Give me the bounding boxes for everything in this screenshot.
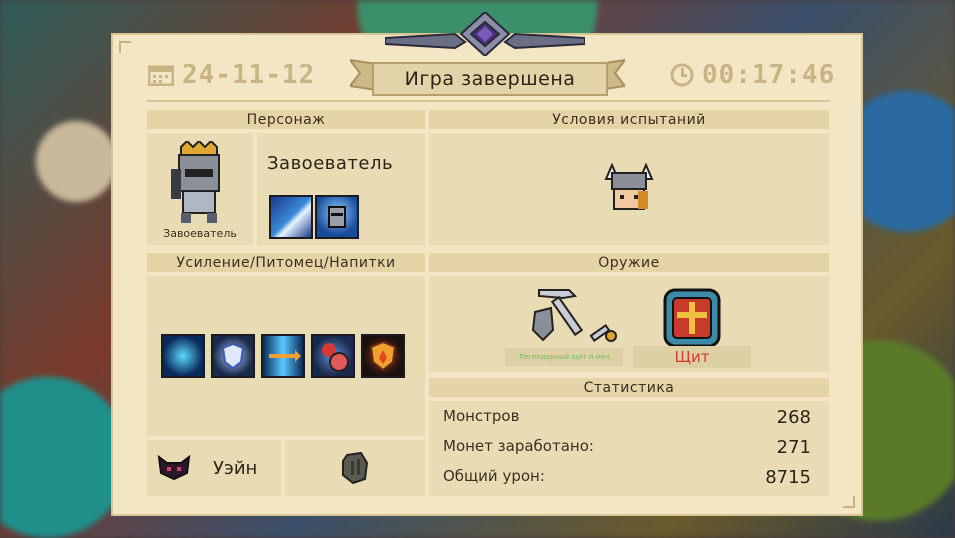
- sparkle-buff-icon[interactable]: [161, 334, 205, 378]
- date-display: 24-11-12: [148, 60, 315, 90]
- pet-face-icon: [157, 455, 191, 481]
- weapon-name-1: Легендарный щит и меч: [518, 353, 610, 361]
- weapons-cell: Легендарный щит и меч Щит: [429, 276, 829, 372]
- divider: [147, 100, 830, 102]
- corner-ornament: [119, 41, 131, 53]
- arrow-buff-icon[interactable]: [261, 334, 305, 378]
- stat-label: Монстров: [443, 407, 520, 425]
- stat-value: 271: [776, 437, 811, 458]
- shield-buff-icon[interactable]: [211, 334, 255, 378]
- potion-buff-icon[interactable]: [311, 334, 355, 378]
- weapon-name-label: Легендарный щит и меч: [505, 348, 623, 366]
- time-display: 00:17:46: [670, 60, 835, 90]
- date-text: 24-11-12: [182, 60, 316, 90]
- stone-drink-icon: [342, 451, 369, 485]
- stat-row-damage: Общий урон: 8715: [443, 467, 811, 488]
- weapons-section-header: Оружие: [429, 253, 829, 272]
- character-section-header: Персонаж: [147, 110, 425, 129]
- knight-helmet-skill-icon[interactable]: [315, 195, 359, 239]
- portrait-caption: Завоеватель: [163, 227, 237, 240]
- challenge-cell: [429, 133, 829, 245]
- drink-cell[interactable]: [285, 440, 425, 496]
- character-name: Завоеватель: [267, 153, 394, 174]
- weapon-name-2: Щит: [674, 348, 710, 366]
- knight-portrait-icon: [171, 141, 220, 223]
- shield-weapon-icon[interactable]: [661, 284, 723, 350]
- stat-label: Общий урон:: [443, 467, 545, 485]
- stats-section-header: Статистика: [429, 378, 829, 397]
- stat-row-monsters: Монстров 268: [443, 407, 811, 428]
- pet-cell[interactable]: Уэйн: [147, 440, 281, 496]
- pet-name: Уэйн: [213, 458, 258, 479]
- page-title: Игра завершена: [372, 62, 608, 96]
- stat-row-coins: Монет заработано: 271: [443, 437, 811, 458]
- whirlwind-skill-icon[interactable]: [269, 195, 313, 239]
- buffs-cell: [147, 276, 425, 436]
- crest-ornament-icon: [385, 12, 585, 56]
- character-info-cell: Завоеватель: [257, 133, 425, 245]
- stat-label: Монет заработано:: [443, 437, 594, 455]
- clock-icon: [670, 63, 694, 87]
- calendar-icon: [148, 65, 174, 86]
- stat-value: 8715: [765, 467, 811, 488]
- character-portrait-cell[interactable]: Завоеватель: [147, 133, 253, 245]
- buffs-section-header: Усиление/Питомец/Напитки: [147, 253, 425, 272]
- weapon-name-label: Щит: [633, 346, 751, 368]
- viking-helmet-icon[interactable]: [602, 163, 656, 213]
- challenge-section-header: Условия испытаний: [429, 110, 829, 129]
- time-text: 00:17:46: [702, 60, 836, 90]
- legendary-shield-sword-icon[interactable]: [529, 286, 621, 348]
- fire-shield-buff-icon[interactable]: [361, 334, 405, 378]
- corner-ornament: [843, 496, 855, 508]
- stat-value: 268: [776, 407, 811, 428]
